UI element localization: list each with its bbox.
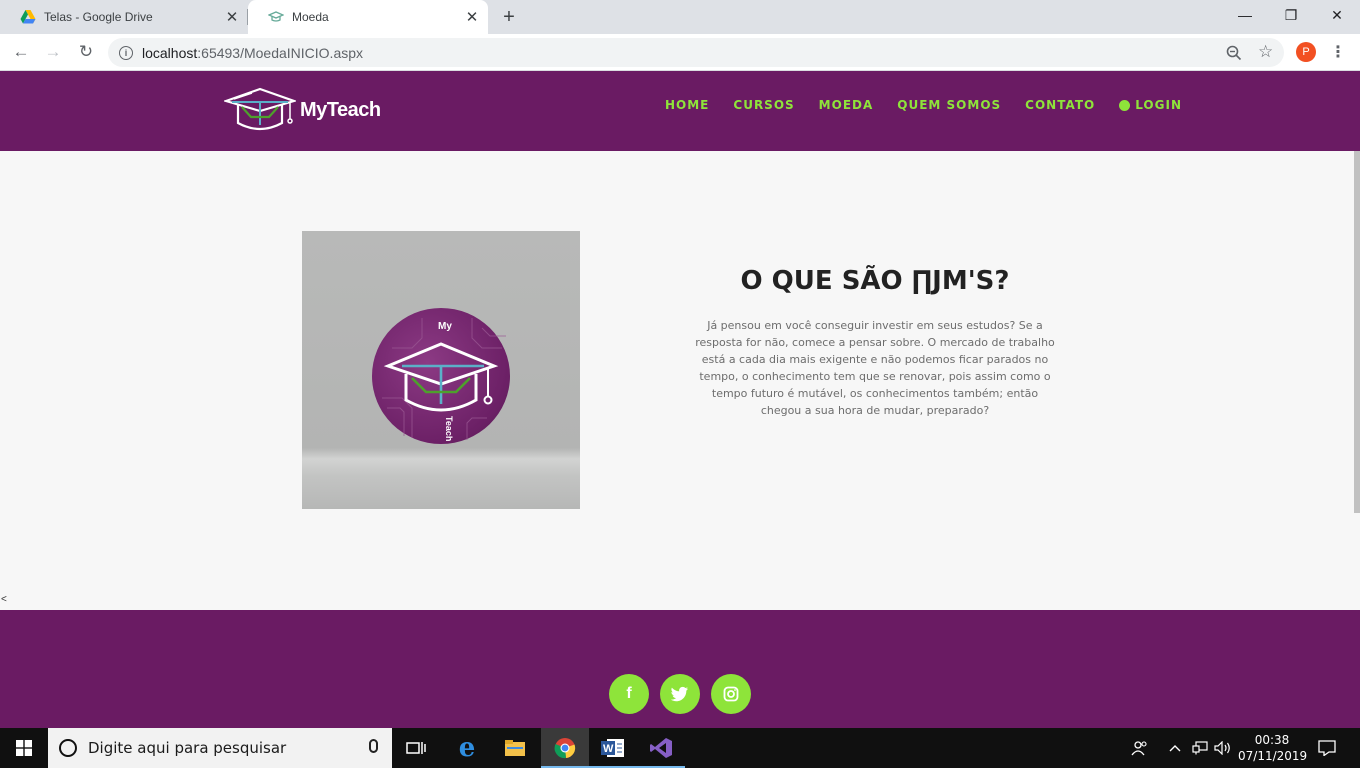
tab-title: Moeda bbox=[292, 10, 329, 24]
zoom-icon[interactable] bbox=[1226, 45, 1242, 61]
nav-moeda[interactable]: MOEDA bbox=[819, 98, 874, 112]
section-title: O QUE SÃO ∏JM'S? bbox=[740, 266, 1010, 296]
url-host: localhost bbox=[142, 44, 198, 61]
info-icon[interactable]: i bbox=[119, 45, 133, 60]
coin-image: My Teach bbox=[302, 231, 580, 509]
nav-quem-somos[interactable]: QUEM SOMOS bbox=[897, 98, 1001, 112]
coin-logo-graphic: My Teach bbox=[382, 318, 506, 441]
web-page: MyTeach HOME CURSOS MOEDA QUEM SOMOS CON… bbox=[0, 71, 1360, 728]
chevron-up-icon[interactable] bbox=[1169, 728, 1181, 768]
site-header: MyTeach HOME CURSOS MOEDA QUEM SOMOS CON… bbox=[0, 71, 1360, 151]
people-icon[interactable] bbox=[1131, 728, 1149, 768]
nav-login[interactable]: LOGIN bbox=[1119, 98, 1182, 112]
stray-text: < bbox=[1, 594, 7, 605]
cortana-icon bbox=[59, 739, 77, 757]
coin-bottom-text: Teach bbox=[444, 416, 454, 441]
search-placeholder: Digite aqui para pesquisar bbox=[88, 739, 287, 757]
brand-logo[interactable]: MyTeach bbox=[224, 85, 381, 135]
facebook-icon[interactable]: f bbox=[609, 674, 649, 714]
windows-logo-icon bbox=[16, 740, 32, 756]
minimize-icon[interactable]: — bbox=[1222, 0, 1268, 30]
main-nav: HOME CURSOS MOEDA QUEM SOMOS CONTATO LOG… bbox=[665, 98, 1206, 112]
instagram-glyph bbox=[723, 686, 739, 702]
graduation-cap-icon bbox=[224, 87, 296, 131]
restore-icon[interactable]: ❐ bbox=[1268, 0, 1314, 30]
microphone-icon[interactable] bbox=[369, 739, 378, 753]
file-explorer-icon[interactable] bbox=[491, 728, 539, 768]
browser-tab-strip: Telas - Google Drive ✕ Moeda ✕ + — ❐ ✕ bbox=[0, 0, 1360, 34]
coin: My Teach bbox=[372, 308, 510, 444]
windows-taskbar: Digite aqui para pesquisar e W 00:38 07/… bbox=[0, 728, 1360, 768]
close-tab-icon[interactable]: ✕ bbox=[462, 7, 482, 27]
tab-google-drive[interactable]: Telas - Google Drive ✕ bbox=[0, 0, 248, 34]
browser-toolbar: ← → ↻ i localhost:65493/MoedaINICIO.aspx… bbox=[0, 34, 1360, 71]
network-icon[interactable] bbox=[1192, 728, 1208, 768]
twitter-icon[interactable] bbox=[660, 674, 700, 714]
section-description: Já pensou em você conseguir investir em … bbox=[695, 319, 1055, 417]
tab-moeda[interactable]: Moeda ✕ bbox=[248, 0, 488, 34]
nav-cursos[interactable]: CURSOS bbox=[733, 98, 794, 112]
task-view-icon[interactable] bbox=[392, 728, 440, 768]
back-arrow-icon[interactable]: ← bbox=[9, 40, 33, 64]
clock-date: 07/11/2019 bbox=[1238, 749, 1308, 763]
nav-contato[interactable]: CONTATO bbox=[1025, 98, 1095, 112]
chrome-taskbar-icon[interactable] bbox=[541, 728, 589, 768]
taskbar-search[interactable]: Digite aqui para pesquisar bbox=[48, 728, 392, 768]
graduation-cap-icon bbox=[268, 11, 284, 22]
volume-icon[interactable] bbox=[1214, 728, 1232, 768]
brand-name: MyTeach bbox=[300, 98, 381, 121]
visual-studio-icon[interactable] bbox=[637, 728, 685, 768]
coin-top-text: My bbox=[438, 321, 452, 332]
nav-home[interactable]: HOME bbox=[665, 98, 709, 112]
more-menu-icon[interactable]: ⋮ bbox=[1330, 40, 1346, 64]
google-drive-icon bbox=[20, 10, 36, 24]
clock-time: 00:38 bbox=[1254, 733, 1290, 747]
nav-login-label: LOGIN bbox=[1135, 98, 1182, 112]
bookmark-star-icon[interactable]: ☆ bbox=[1258, 42, 1273, 62]
windows-start-button[interactable] bbox=[0, 728, 48, 768]
instagram-icon[interactable] bbox=[711, 674, 751, 714]
forward-arrow-icon[interactable]: → bbox=[41, 40, 65, 64]
url-path: :65493/MoedaINICIO.aspx bbox=[197, 44, 364, 61]
tab-title: Telas - Google Drive bbox=[44, 10, 153, 24]
reload-icon[interactable]: ↻ bbox=[74, 40, 98, 64]
edge-icon[interactable]: e bbox=[443, 728, 491, 768]
word-icon[interactable]: W bbox=[589, 728, 637, 768]
user-circle-icon bbox=[1119, 99, 1131, 111]
system-clock[interactable]: 00:38 07/11/2019 bbox=[1238, 732, 1308, 764]
page-scrollbar[interactable] bbox=[1354, 151, 1360, 513]
address-bar[interactable]: i localhost:65493/MoedaINICIO.aspx ☆ bbox=[108, 38, 1284, 67]
profile-avatar[interactable]: P bbox=[1296, 42, 1316, 62]
site-footer: f bbox=[0, 610, 1360, 728]
new-tab-button[interactable]: + bbox=[498, 6, 520, 28]
close-window-icon[interactable]: ✕ bbox=[1314, 0, 1360, 30]
close-tab-icon[interactable]: ✕ bbox=[222, 7, 242, 27]
notifications-icon[interactable] bbox=[1318, 728, 1336, 768]
twitter-bird-shape bbox=[671, 686, 688, 702]
svg-text:W: W bbox=[603, 743, 614, 755]
